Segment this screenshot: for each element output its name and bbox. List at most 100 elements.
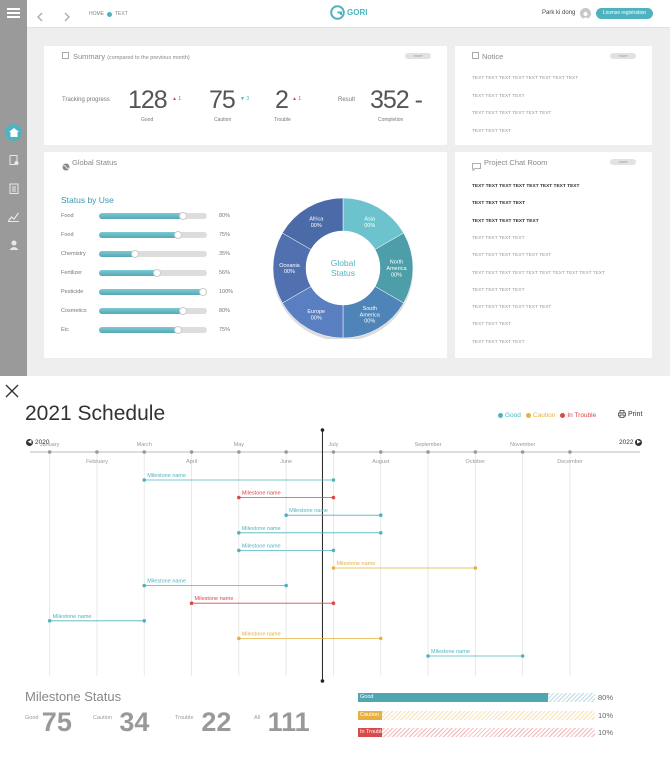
milestone-label: Milestone name	[242, 491, 281, 497]
summary-title: Summary (compared to the previous month)	[73, 52, 190, 61]
milestone-label: Milestone name	[336, 561, 375, 567]
month-tick	[189, 450, 194, 454]
milestone-end-dot	[331, 548, 336, 553]
chat-item[interactable]: TEXT TEXT TEXT	[472, 322, 511, 327]
chat-item[interactable]: TEXT TEXT TEXT TEXT TEXT TEXT	[472, 305, 551, 310]
summary-card: Summary (compared to the previous month)…	[44, 46, 447, 145]
milestone-bar[interactable]: Milestone name	[142, 579, 288, 588]
license-registration-button[interactable]: License registration	[596, 8, 653, 19]
good-label: Good	[141, 117, 154, 123]
milestone-end-dot	[331, 601, 336, 605]
chat-more-button[interactable]: more	[610, 159, 636, 165]
month-label: April	[186, 459, 197, 465]
donut-slice-label: 00%	[364, 319, 375, 325]
use-slider-knob[interactable]	[153, 269, 162, 277]
use-slider[interactable]	[99, 269, 207, 277]
use-slider-fill	[99, 308, 186, 314]
document-settings-icon[interactable]	[5, 152, 22, 169]
notice-item[interactable]: TEXT TEXT TEXT TEXT TEXT TEXT	[472, 111, 551, 116]
use-slider[interactable]	[99, 326, 207, 334]
milestone-label: Milestone name	[242, 526, 281, 532]
chat-item[interactable]: TEXT TEXT TEXT TEXT	[472, 288, 525, 293]
milestone-start-dot	[189, 601, 194, 605]
milestone-bar[interactable]: Milestone name	[331, 561, 478, 570]
summary-more-button[interactable]: more	[405, 53, 431, 59]
global-status-card: Global Status Status by Use Food 80% Food 7…	[44, 152, 447, 358]
notice-item[interactable]: TEXT TEXT TEXT	[472, 129, 511, 134]
month-label: May	[234, 442, 245, 448]
use-slider-knob[interactable]	[199, 288, 207, 296]
month-label: June	[280, 459, 292, 465]
month-tick	[378, 450, 383, 454]
notice-item[interactable]: TEXT TEXT TEXT TEXT	[472, 94, 525, 99]
notice-more-button[interactable]: more	[610, 53, 636, 59]
use-slider-knob[interactable]	[179, 307, 188, 315]
chat-item[interactable]: TEXT TEXT TEXT TEXT	[472, 236, 525, 241]
milestone-start-dot	[426, 654, 430, 658]
completion-label: Completion	[378, 117, 404, 123]
milestone-count-label: All	[254, 715, 261, 721]
use-slider[interactable]	[99, 231, 207, 239]
good-count: 128	[128, 86, 168, 114]
use-slider-fill	[99, 270, 160, 276]
month-tick	[331, 450, 336, 454]
use-label: Cosmetics	[61, 308, 87, 314]
month-label: July	[329, 442, 339, 448]
result-label: Result	[338, 97, 356, 103]
avatar[interactable]	[580, 8, 591, 20]
use-slider[interactable]	[99, 288, 207, 296]
use-slider-knob[interactable]	[130, 250, 139, 258]
forward-arrow-icon[interactable]	[64, 9, 70, 27]
month-label: March	[137, 442, 152, 448]
chat-title: Project Chat Room	[484, 158, 548, 167]
milestone-label: Milestone name	[242, 543, 281, 549]
use-slider-knob[interactable]	[179, 212, 188, 220]
chat-item[interactable]: TEXT TEXT TEXT TEXT TEXT TEXT TEXT TEXT …	[472, 271, 605, 276]
milestone-progress-fill: Good	[358, 693, 548, 702]
month-tick	[284, 450, 288, 454]
month-label: February	[86, 459, 108, 465]
summary-icon	[62, 52, 69, 59]
donut-slice-label: 00%	[391, 272, 402, 278]
notice-item[interactable]: TEXT TEXT TEXT TEXT TEXT TEXT TEXT TEXT	[472, 76, 578, 81]
chat-item[interactable]: TEXT TEXT TEXT TEXT TEXT TEXT	[472, 253, 551, 258]
month-tick	[142, 450, 147, 454]
use-label: Chemistry	[61, 251, 86, 257]
chat-item[interactable]: TEXT TEXT TEXT TEXT TEXT	[472, 219, 539, 224]
use-slider[interactable]	[99, 307, 207, 315]
user-icon[interactable]	[5, 236, 22, 253]
use-slider-knob[interactable]	[174, 231, 182, 239]
home-icon[interactable]	[5, 124, 22, 141]
month-tick	[95, 450, 99, 454]
status-by-use-title: Status by Use	[61, 195, 114, 205]
chat-item[interactable]: TEXT TEXT TEXT TEXT TEXT TEXT TEXT TEXT	[472, 184, 579, 189]
breadcrumb-home[interactable]: HOME	[89, 11, 104, 17]
milestone-start-dot	[237, 495, 241, 500]
milestone-progress-percent: 10%	[598, 710, 614, 720]
milestone-label: Milestone name	[147, 473, 186, 479]
donut-slice-label: Asia	[364, 216, 376, 222]
milestone-bar[interactable]: Milestone name	[237, 631, 383, 641]
milestone-bar[interactable]: Milestone name	[189, 596, 336, 605]
trouble-label: Trouble	[274, 117, 291, 123]
use-slider[interactable]	[99, 250, 207, 258]
milestone-start-dot	[237, 531, 241, 535]
chat-item[interactable]: TEXT TEXT TEXT TEXT	[472, 340, 525, 345]
use-slider-knob[interactable]	[174, 326, 182, 334]
completion-count: 352 -	[370, 86, 423, 114]
logo[interactable]: GORI	[330, 5, 367, 20]
user-name[interactable]: Park ki dong	[542, 10, 575, 16]
month-tick	[426, 450, 430, 454]
milestone-bar[interactable]: Milestone name	[237, 526, 383, 535]
month-tick	[568, 450, 572, 454]
use-slider[interactable]	[99, 212, 207, 220]
chat-item[interactable]: TEXT TEXT TEXT TEXT	[472, 201, 525, 206]
month-label: October	[466, 459, 486, 465]
milestone-end-dot	[378, 531, 383, 535]
use-slider-fill	[99, 232, 180, 238]
back-arrow-icon[interactable]	[37, 9, 43, 27]
clipboard-icon[interactable]	[5, 180, 22, 197]
milestone-end-dot	[331, 478, 336, 482]
chart-icon[interactable]	[5, 208, 22, 225]
menu-icon[interactable]	[5, 4, 22, 21]
